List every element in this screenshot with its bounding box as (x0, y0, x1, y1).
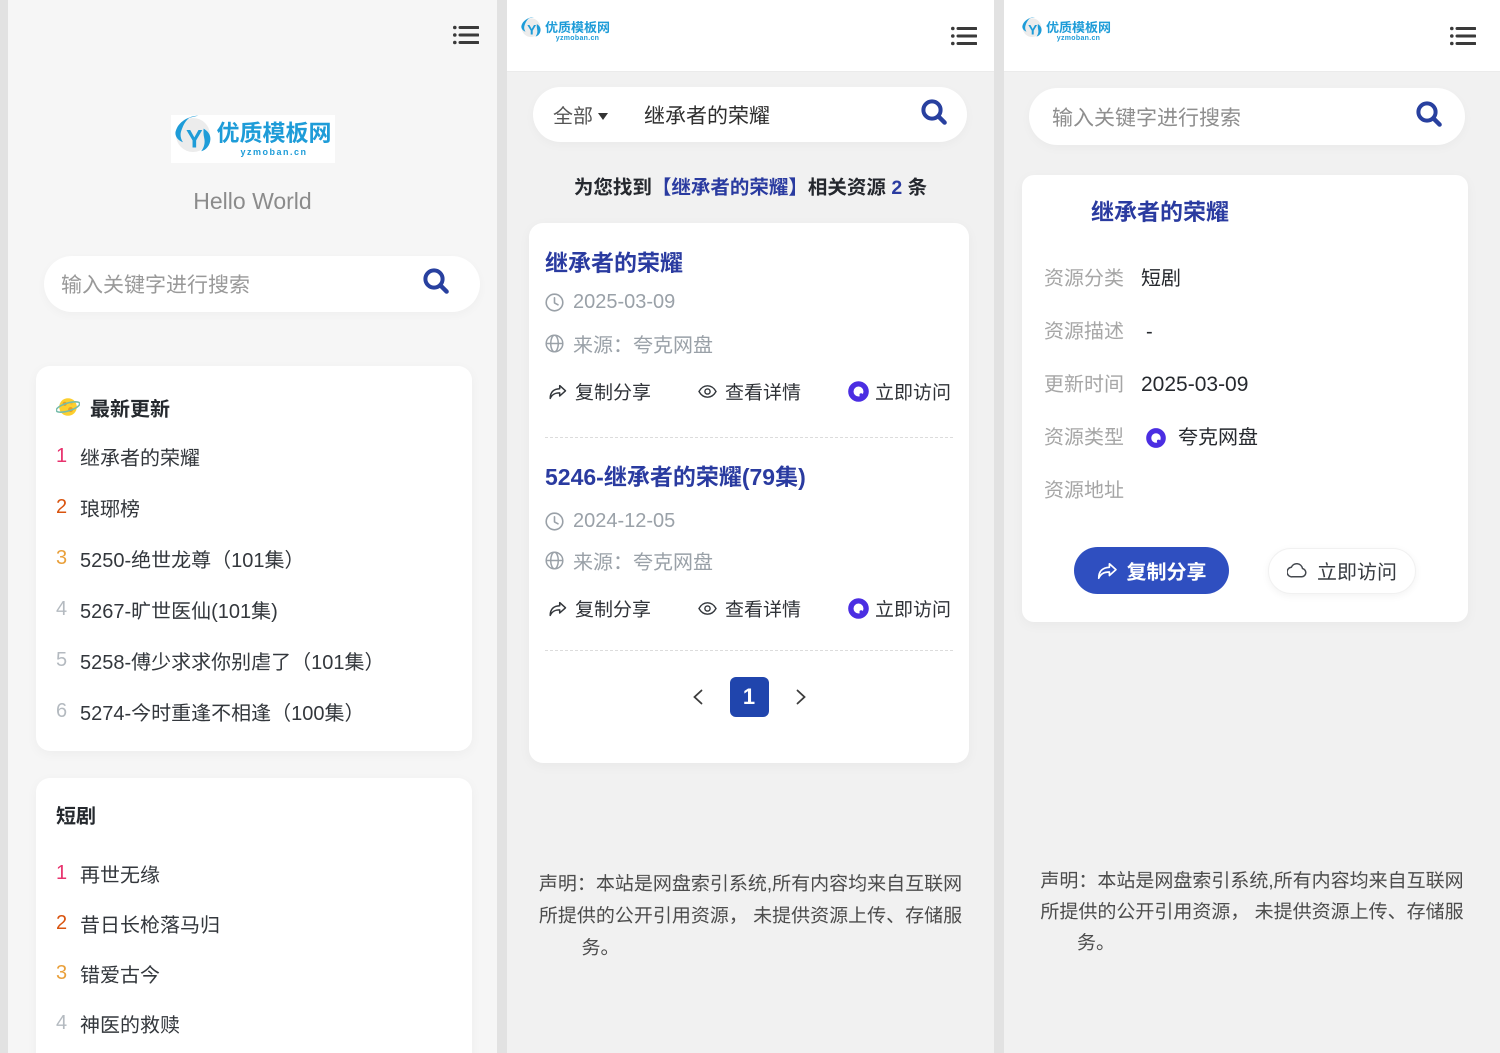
svg-text:Y: Y (527, 23, 536, 38)
svg-text:Y: Y (1028, 23, 1037, 38)
svg-text:Y: Y (185, 126, 202, 154)
